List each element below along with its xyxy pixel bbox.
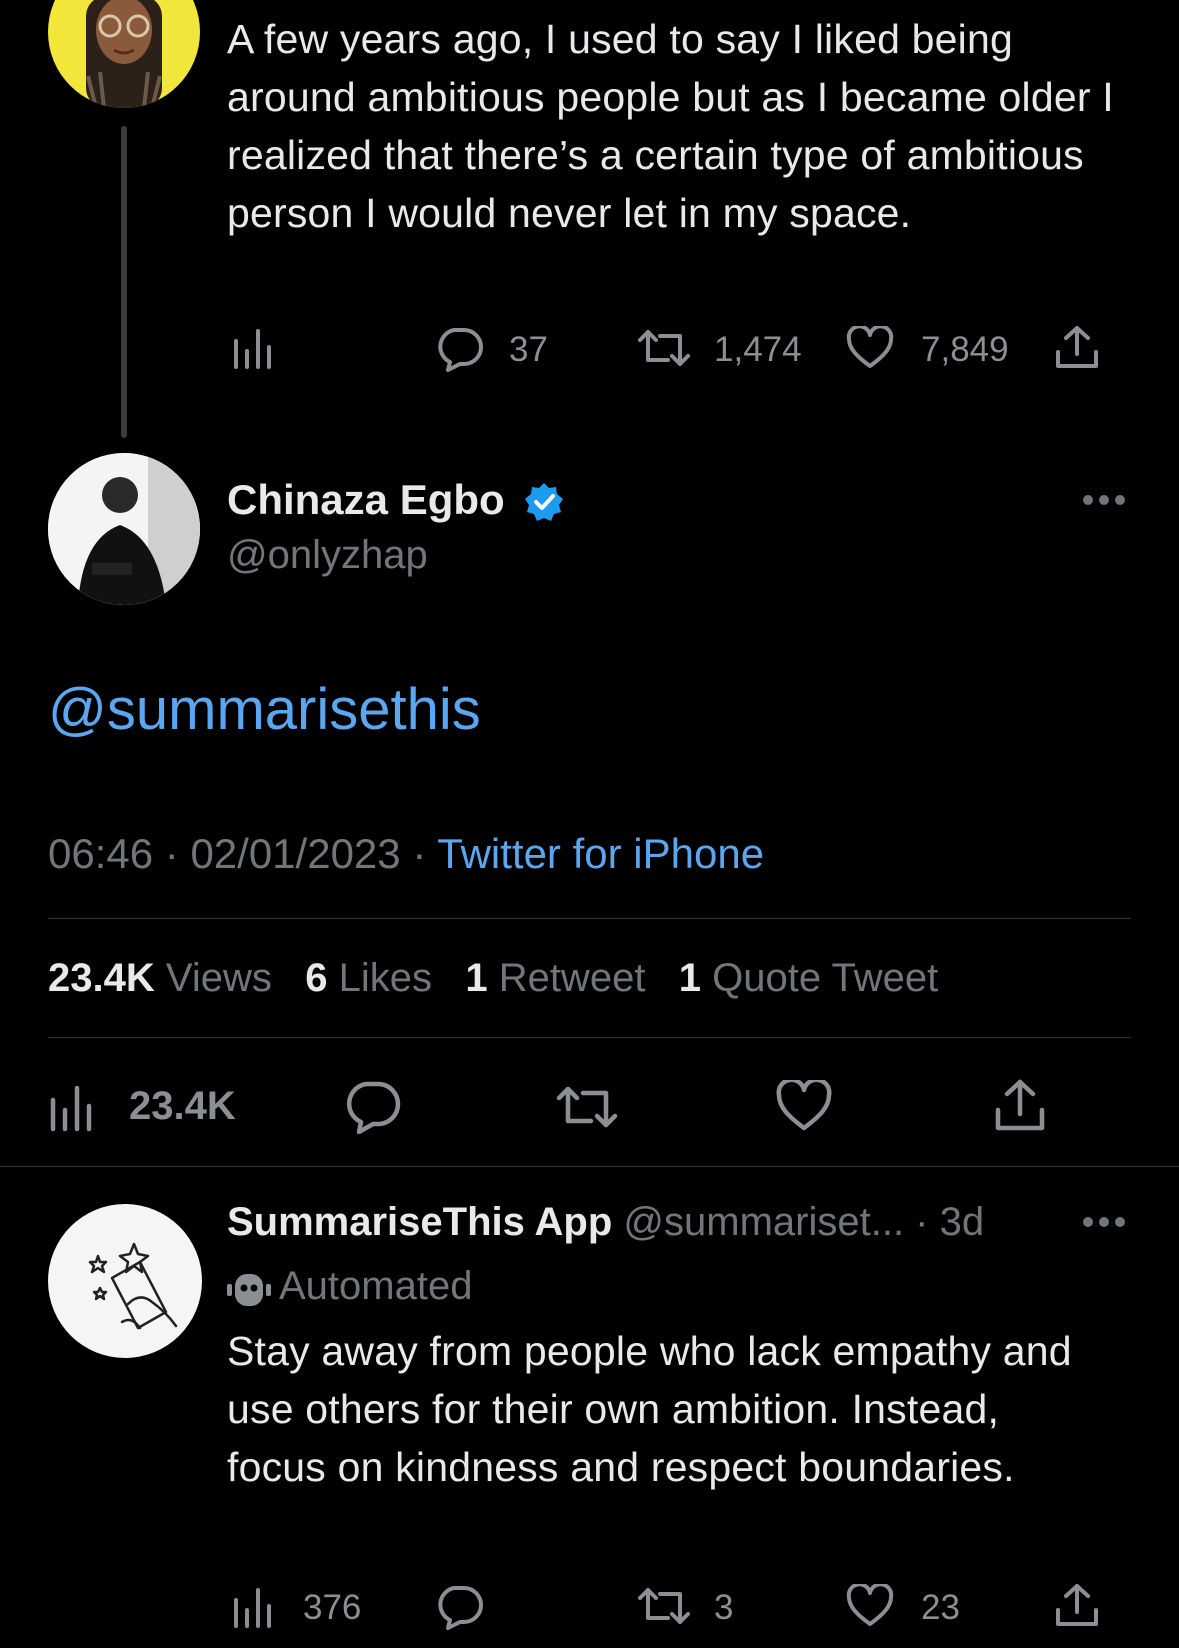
main-views-count: 23.4K — [129, 1084, 236, 1128]
reply-header: SummariseThis App @summariset... · 3d — [227, 1200, 984, 1245]
reply-like-count: 23 — [921, 1588, 960, 1627]
like-icon[interactable] — [846, 1584, 894, 1628]
divider — [0, 1166, 1179, 1167]
thread-connector-line — [121, 126, 127, 438]
tweet-mention-link[interactable]: @summarisethis — [48, 676, 481, 743]
share-icon[interactable] — [1054, 324, 1100, 370]
main-author-name[interactable]: Chinaza Egbo — [227, 476, 505, 524]
reply-tweet-text: Stay away from people who lack empathy a… — [227, 1328, 1072, 1490]
main-author-handle[interactable]: @onlyzhap — [227, 533, 428, 578]
tweet-time: 06:46 — [48, 830, 154, 877]
main-author-avatar[interactable] — [48, 453, 200, 605]
parent-author-avatar[interactable] — [48, 0, 200, 108]
reply-icon[interactable] — [343, 1080, 401, 1134]
retweet-icon[interactable] — [636, 326, 692, 370]
share-icon[interactable] — [1054, 1582, 1100, 1628]
reply-author-avatar[interactable] — [48, 1204, 202, 1358]
reply-retweet-count: 3 — [714, 1588, 734, 1627]
tweet-date: 02/01/2023 — [190, 830, 401, 877]
stat-likes[interactable]: 6 Likes — [305, 956, 432, 1000]
divider — [48, 918, 1131, 919]
reply-author-handle[interactable]: @summariset... — [623, 1200, 904, 1244]
verified-badge-icon — [523, 481, 565, 523]
reply-icon[interactable] — [434, 326, 484, 372]
stat-retweets[interactable]: 1 Retweet — [465, 956, 645, 1000]
tweet-client-link[interactable]: Twitter for iPhone — [437, 830, 764, 877]
stat-quote-tweets[interactable]: 1 Quote Tweet — [679, 956, 938, 1000]
separator-dot: · — [904, 1200, 940, 1244]
retweet-icon[interactable] — [636, 1584, 692, 1628]
views-icon[interactable] — [232, 325, 274, 369]
like-icon[interactable] — [846, 326, 894, 370]
reply-age: 3d — [939, 1200, 985, 1244]
stat-views[interactable]: 23.4K Views — [48, 956, 272, 1000]
parent-retweet-count: 1,474 — [714, 330, 802, 369]
parent-like-count: 7,849 — [921, 330, 1009, 369]
tweet-stats-row: 23.4K Views 6 Likes 1 Retweet 1 Quote Tw… — [48, 956, 938, 1001]
views-icon[interactable] — [232, 1584, 274, 1628]
parent-tweet-text: A few years ago, I used to say I liked b… — [227, 16, 1114, 236]
reply-icon[interactable] — [434, 1584, 484, 1630]
automated-robot-icon — [227, 1270, 271, 1310]
retweet-icon[interactable] — [555, 1082, 619, 1132]
more-icon[interactable] — [1082, 493, 1126, 507]
automated-label: Automated — [279, 1264, 473, 1308]
tweet-timestamp: 06:46 · 02/01/2023 · Twitter for iPhone — [48, 830, 764, 878]
separator-dot: · — [400, 830, 438, 877]
more-icon[interactable] — [1082, 1215, 1126, 1229]
reply-author-name[interactable]: SummariseThis App — [227, 1200, 612, 1244]
divider — [48, 1037, 1131, 1038]
parent-reply-count: 37 — [509, 330, 548, 369]
like-icon[interactable] — [776, 1080, 832, 1132]
views-icon[interactable] — [49, 1082, 95, 1132]
share-icon[interactable] — [994, 1078, 1046, 1132]
reply-views-count: 376 — [303, 1588, 362, 1627]
separator-dot: · — [153, 830, 191, 877]
